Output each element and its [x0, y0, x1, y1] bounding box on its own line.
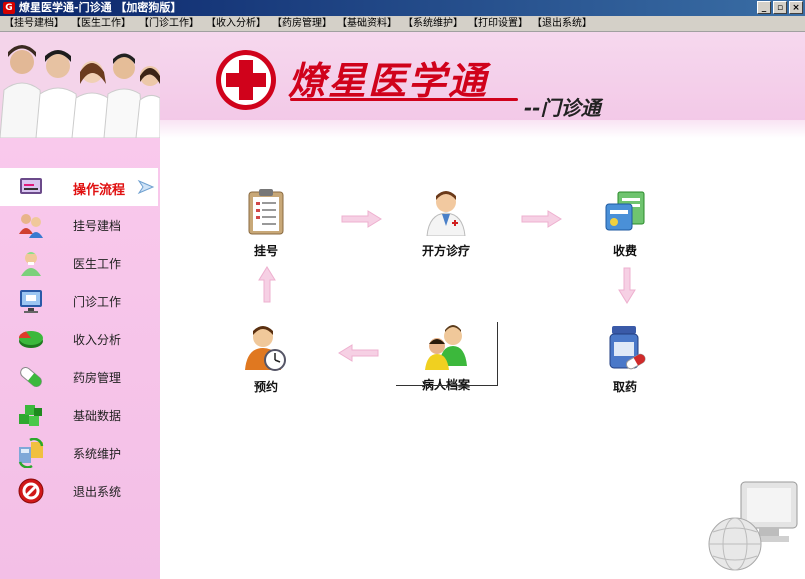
- workflow-dispense[interactable]: 取药: [580, 324, 670, 395]
- sidebar-item-maintenance[interactable]: 系统维护: [0, 434, 160, 472]
- sidebar-item-pharmacy[interactable]: 药房管理: [0, 358, 160, 396]
- clipboard-icon: [248, 189, 284, 235]
- sidebar-item-label: 药房管理: [73, 371, 122, 385]
- appointment-clock-icon: [245, 326, 286, 371]
- sidebar-item-exit[interactable]: 退出系统: [0, 472, 160, 510]
- pill-icon: [20, 367, 42, 387]
- workflow-diagnose[interactable]: 开方诊疗: [401, 188, 491, 259]
- workflow-charge-label: 收费: [612, 244, 637, 258]
- sidebar-item-label: 系统维护: [73, 447, 122, 461]
- title-bar: G 燎星医学通-门诊通 【加密狗版】 _ ▫ ×: [0, 0, 805, 16]
- menu-maintenance[interactable]: 【系统维护】: [403, 16, 463, 31]
- red-cross-logo: [216, 50, 276, 110]
- brand-title: 燎星医学通: [288, 58, 489, 103]
- sidebar-item-label: 退出系统: [73, 485, 122, 499]
- arrow-right-icon: [521, 210, 562, 228]
- doctors-photo: [0, 32, 160, 138]
- menu-bar: 【挂号建档】 【医生工作】 【门诊工作】 【收入分析】 【药房管理】 【基础资料…: [0, 16, 805, 32]
- sidebar-item-doctor[interactable]: 医生工作: [0, 244, 160, 282]
- menu-print[interactable]: 【打印设置】: [468, 16, 528, 31]
- doctor-icon: [426, 191, 466, 237]
- sidebar-item-label: 门诊工作: [73, 295, 122, 309]
- stop-icon: [18, 478, 44, 504]
- sidebar-item-label: 操作流程: [73, 183, 126, 198]
- menu-doctor[interactable]: 【医生工作】: [71, 16, 131, 31]
- sidebar-item-label: 收入分析: [73, 333, 122, 347]
- sidebar: 操作流程 挂号建档 医生工作 门诊工作 收入分析 药房管理 基础数据 系统维护 …: [0, 138, 160, 579]
- patients-icon: [425, 325, 467, 370]
- focus-border: [396, 385, 497, 386]
- minimize-button[interactable]: _: [757, 1, 771, 14]
- menu-register[interactable]: 【挂号建档】: [4, 16, 64, 31]
- workflow-records[interactable]: 病人档案: [396, 322, 498, 393]
- focus-border: [497, 322, 498, 386]
- menu-pharmacy[interactable]: 【药房管理】: [272, 16, 332, 31]
- sidebar-item-basic-data[interactable]: 基础数据: [0, 396, 160, 434]
- play-arrow-icon: [137, 179, 155, 195]
- brand-subtitle: --门诊通: [524, 96, 601, 120]
- menu-clinic[interactable]: 【门诊工作】: [139, 16, 199, 31]
- patients-icon: [19, 214, 43, 238]
- workflow-register-label: 挂号: [253, 244, 278, 258]
- sidebar-item-income[interactable]: 收入分析: [0, 320, 160, 358]
- workflow-appointment[interactable]: 预约: [221, 324, 311, 395]
- charge-card-icon: [605, 191, 645, 231]
- restore-button[interactable]: ▫: [773, 1, 787, 14]
- arrow-up-icon: [258, 266, 276, 303]
- menu-basic-data[interactable]: 【基础资料】: [337, 16, 397, 31]
- arrow-down-icon: [618, 267, 636, 304]
- window-title: 燎星医学通-门诊通 【加密狗版】: [19, 1, 182, 14]
- workflow-icon: [20, 178, 42, 194]
- cubes-icon: [19, 405, 42, 426]
- sidebar-item-workflow[interactable]: 操作流程: [0, 168, 158, 206]
- workflow-register[interactable]: 挂号: [221, 188, 311, 259]
- globe-computer-icon: [708, 481, 798, 571]
- pie-chart-icon: [18, 331, 43, 348]
- sidebar-item-register[interactable]: 挂号建档: [0, 206, 160, 244]
- close-button[interactable]: ×: [789, 1, 803, 14]
- monitor-icon: [20, 290, 42, 313]
- sidebar-item-label: 基础数据: [73, 409, 122, 423]
- medicine-bottle-icon: [609, 326, 646, 370]
- menu-exit[interactable]: 【退出系统】: [532, 16, 592, 31]
- workflow-diagnose-label: 开方诊疗: [421, 244, 470, 258]
- sidebar-item-clinic[interactable]: 门诊工作: [0, 282, 160, 320]
- workflow-dispense-label: 取药: [612, 380, 637, 394]
- maintenance-icon: [18, 438, 44, 468]
- doctor-icon: [21, 252, 41, 276]
- sidebar-item-label: 挂号建档: [73, 219, 122, 233]
- sidebar-item-label: 医生工作: [73, 257, 122, 271]
- menu-income[interactable]: 【收入分析】: [206, 16, 266, 31]
- brand-underline: [290, 98, 518, 101]
- workflow-appointment-label: 预约: [253, 380, 278, 394]
- arrow-left-icon: [338, 344, 379, 362]
- app-icon: G: [3, 2, 15, 14]
- arrow-right-icon: [341, 210, 382, 228]
- workflow-charge[interactable]: 收费: [580, 188, 670, 259]
